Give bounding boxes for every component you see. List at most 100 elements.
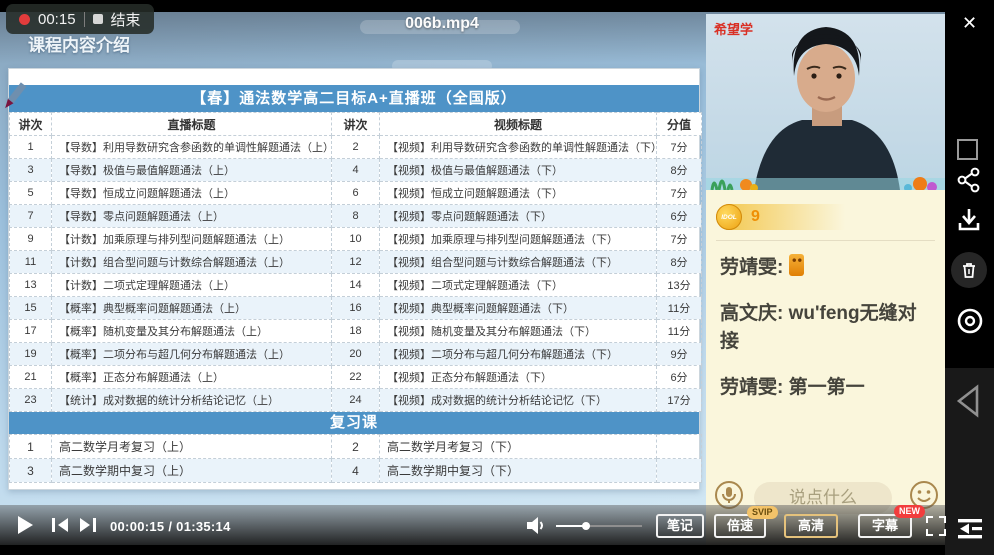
app-window: 006b.mp4 ✕ 00:15 结束 课程内容介绍 【春】通法数学高二目标A+…	[0, 0, 994, 555]
table-cell: 23	[10, 389, 52, 412]
table-cell: 【概率】正态分布解题通法（上）	[52, 366, 332, 389]
table-cell: 【视频】随机变量及其分布解题通法（下）	[380, 320, 657, 343]
table-cell: 11	[10, 251, 52, 274]
trash-icon[interactable]	[951, 252, 987, 288]
table-row: 19【概率】二项分布与超几何分布解题通法（上）20【视频】二项分布与超几何分布解…	[10, 343, 702, 366]
download-icon[interactable]	[955, 206, 983, 239]
table-cell: 高二数学期中复习（下）	[380, 459, 657, 483]
table-cell: 7	[10, 205, 52, 228]
stop-recording-button[interactable]: 结束	[111, 9, 141, 30]
table-row: 3【导数】极值与最值解题通法（上）4【视频】极值与最值解题通法（下）8分	[10, 159, 702, 182]
brand-logo: 希望学	[714, 19, 753, 38]
table-cell: 21	[10, 366, 52, 389]
table-cell: 12	[332, 251, 380, 274]
table-cell: 1	[10, 435, 52, 459]
share-icon[interactable]	[955, 166, 983, 199]
table-cell: 16	[332, 297, 380, 320]
table-cell: 【概率】随机变量及其分布解题通法（上）	[52, 320, 332, 343]
recording-time: 00:15	[38, 11, 76, 28]
table-row: 21【概率】正态分布解题通法（上）22【视频】正态分布解题通法（下）6分	[10, 366, 702, 389]
chat-message: 劳靖雯: 第一第一	[720, 374, 932, 403]
course-table: 讲次 直播标题 讲次 视频标题 分值 1【导数】利用导数研究含参函数的单调性解题…	[9, 112, 702, 412]
table-cell: 3	[10, 159, 52, 182]
table-cell: 高二数学期中复习（上）	[52, 459, 332, 483]
chat-message: 高文庆: wu'feng无缝对接	[720, 300, 932, 357]
volume-slider[interactable]	[556, 525, 642, 527]
aquarium-decoration	[706, 164, 945, 190]
table-cell: 【计数】加乘原理与排列型问题解题通法（上）	[52, 228, 332, 251]
volume-knob[interactable]	[582, 522, 590, 530]
table-cell: 6	[332, 182, 380, 205]
table-cell: 4	[332, 459, 380, 483]
table-cell: 【概率】二项分布与超几何分布解题通法（上）	[52, 343, 332, 366]
table-cell: 【计数】二项式定理解题通法（上）	[52, 274, 332, 297]
chat-panel: IDOL 9 劳靖雯: 高文庆: wu'feng无缝对接劳靖雯: 第一第一 说点…	[706, 190, 945, 545]
table-cell: 10	[332, 228, 380, 251]
review-table-body: 1高二数学月考复习（上）2高二数学月考复习（下）3高二数学期中复习（上）4高二数…	[10, 435, 702, 483]
table-row: 5【导数】恒成立问题解题通法（上）6【视频】恒成立问题解题通法（下）7分	[10, 182, 702, 205]
table-cell: 11分	[657, 297, 702, 320]
table-cell: 【视频】二项分布与超几何分布解题通法（下）	[380, 343, 657, 366]
back-icon[interactable]	[953, 383, 985, 424]
chat-sticker-icon	[789, 254, 804, 276]
time-display: 00:00:15 / 01:35:14	[110, 519, 231, 534]
divider	[716, 240, 935, 241]
table-row: 17【概率】随机变量及其分布解题通法（上）18【视频】随机变量及其分布解题通法（…	[10, 320, 702, 343]
table-cell: 【视频】组合型问题与计数综合解题通法（下）	[380, 251, 657, 274]
table-cell: 【视频】零点问题解题通法（下）	[380, 205, 657, 228]
svip-badge: SVIP	[747, 506, 778, 519]
table-row: 1【导数】利用导数研究含参函数的单调性解题通法（上）2【视频】利用导数研究含参函…	[10, 136, 702, 159]
table-cell: 【导数】零点问题解题通法（上）	[52, 205, 332, 228]
record-screen-icon[interactable]	[955, 306, 985, 341]
notes-button[interactable]: 笔记	[656, 514, 704, 538]
col-header: 视频标题	[380, 113, 657, 136]
stop-icon[interactable]	[93, 14, 103, 24]
course-table-card: 【春】通法数学高二目标A+直播班（全国版） 讲次 直播标题 讲次 视频标题 分值…	[8, 68, 700, 490]
col-header: 讲次	[332, 113, 380, 136]
table-cell: 13分	[657, 274, 702, 297]
table-cell: 1	[10, 136, 52, 159]
table-cell: 【视频】典型概率问题解题通法（下）	[380, 297, 657, 320]
pen-cursor-icon	[1, 79, 27, 118]
table-cell: 8分	[657, 251, 702, 274]
table-cell: 【导数】利用导数研究含参函数的单调性解题通法（上）	[52, 136, 332, 159]
window-mode-icon[interactable]	[957, 139, 978, 160]
play-button[interactable]	[18, 516, 33, 534]
review-table: 1高二数学月考复习（上）2高二数学月考复习（下）3高二数学期中复习（上）4高二数…	[9, 434, 702, 483]
course-table-body: 1【导数】利用导数研究含参函数的单调性解题通法（上）2【视频】利用导数研究含参函…	[10, 136, 702, 412]
review-section-title: 复习课	[9, 412, 699, 434]
chat-messages: 劳靖雯: 高文庆: wu'feng无缝对接劳靖雯: 第一第一	[720, 254, 932, 419]
table-cell	[657, 435, 702, 459]
table-cell: 11分	[657, 320, 702, 343]
quality-button[interactable]: 高清	[784, 514, 838, 538]
table-cell: 13	[10, 274, 52, 297]
idol-coin-icon: IDOL	[716, 204, 742, 230]
recording-indicator: 00:15 结束	[6, 4, 154, 34]
table-cell: 【视频】加乘原理与排列型问题解题通法（下）	[380, 228, 657, 251]
slide-title: 课程内容介绍	[28, 31, 130, 56]
table-cell: 【视频】成对数据的统计分析结论记忆（下）	[380, 389, 657, 412]
table-cell: 15	[10, 297, 52, 320]
previous-button[interactable]	[52, 518, 76, 532]
playlist-toggle-icon[interactable]	[955, 517, 985, 546]
table-cell: 2	[332, 435, 380, 459]
table-cell: 8分	[657, 159, 702, 182]
col-header: 直播标题	[52, 113, 332, 136]
table-cell: 【导数】极值与最值解题通法（上）	[52, 159, 332, 182]
table-cell: 17	[10, 320, 52, 343]
idol-count: 9	[751, 208, 760, 226]
table-row: 15【概率】典型概率问题解题通法（上）16【视频】典型概率问题解题通法（下）11…	[10, 297, 702, 320]
volume-icon[interactable]	[527, 517, 547, 539]
close-button[interactable]: ✕	[962, 13, 977, 34]
new-badge: NEW	[894, 505, 925, 518]
table-cell: 22	[332, 366, 380, 389]
table-cell: 17分	[657, 389, 702, 412]
table-cell: 6分	[657, 205, 702, 228]
table-row: 9【计数】加乘原理与排列型问题解题通法（上）10【视频】加乘原理与排列型问题解题…	[10, 228, 702, 251]
fullscreen-icon[interactable]	[926, 516, 946, 536]
table-cell: 【概率】典型概率问题解题通法（上）	[52, 297, 332, 320]
table-cell: 【统计】成对数据的统计分析结论记忆（上）	[52, 389, 332, 412]
table-cell: 20	[332, 343, 380, 366]
next-button[interactable]	[80, 518, 104, 532]
table-cell: 14	[332, 274, 380, 297]
